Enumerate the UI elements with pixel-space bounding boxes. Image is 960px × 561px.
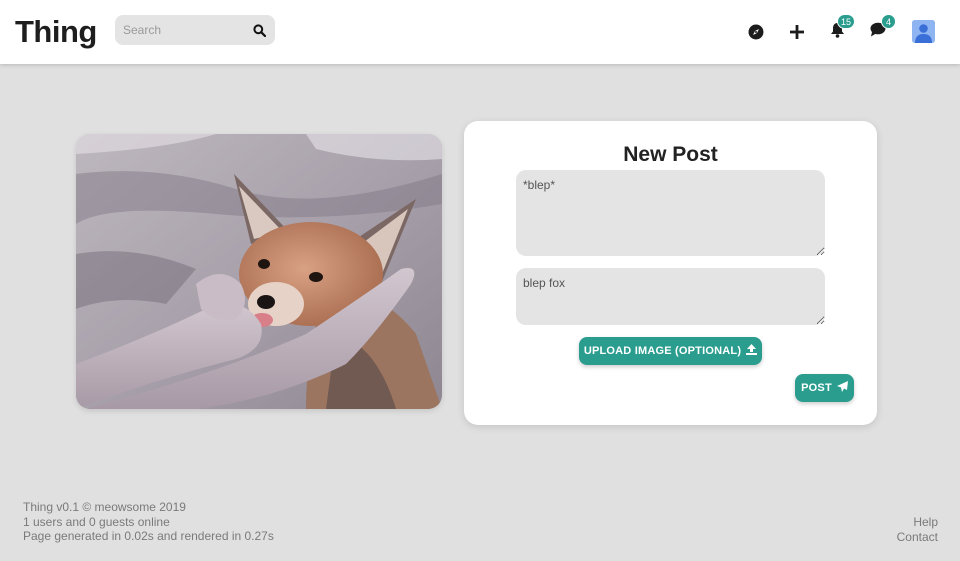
profile-avatar[interactable] bbox=[912, 20, 935, 43]
footer-timing: Page generated in 0.02s and rendered in … bbox=[23, 529, 274, 543]
notifications-button[interactable]: 15 bbox=[825, 14, 855, 44]
notifications-badge: 15 bbox=[836, 14, 855, 29]
contact-link[interactable]: Contact bbox=[897, 530, 938, 545]
compass-icon[interactable] bbox=[744, 20, 768, 44]
paper-plane-icon bbox=[836, 381, 848, 395]
post-submit-button[interactable]: POST bbox=[795, 374, 854, 402]
footer-version: Thing v0.1 © meowsome 2019 bbox=[23, 500, 186, 514]
fox-photo bbox=[76, 134, 442, 409]
messages-button[interactable]: 4 bbox=[866, 14, 896, 44]
post-content-textarea[interactable] bbox=[516, 170, 825, 256]
site-logo[interactable]: Thing bbox=[15, 14, 97, 50]
post-button-label: POST bbox=[801, 382, 832, 394]
footer-links: Help Contact bbox=[897, 515, 938, 544]
post-image-preview bbox=[76, 134, 442, 409]
help-link[interactable]: Help bbox=[897, 515, 938, 530]
search-bar bbox=[115, 15, 275, 45]
footer-online-count: 1 users and 0 guests online bbox=[23, 514, 170, 529]
messages-badge: 4 bbox=[881, 14, 896, 29]
upload-button-label: UPLOAD IMAGE (OPTIONAL) bbox=[583, 345, 742, 357]
new-post-title: New Post bbox=[623, 143, 718, 166]
upload-icon bbox=[746, 344, 758, 358]
search-icon[interactable] bbox=[249, 20, 269, 40]
top-navbar: Thing 15 4 bbox=[0, 0, 960, 64]
search-input[interactable] bbox=[115, 15, 243, 45]
new-post-card: New Post UPLOAD IMAGE (OPTIONAL) POST bbox=[464, 121, 877, 425]
plus-icon[interactable] bbox=[785, 20, 809, 44]
upload-image-button[interactable]: UPLOAD IMAGE (OPTIONAL) bbox=[579, 337, 762, 365]
post-tags-textarea[interactable] bbox=[516, 268, 825, 325]
avatar-icon bbox=[912, 20, 935, 43]
footer-info: Thing v0.1 © meowsome 2019 1 users and 0… bbox=[23, 500, 274, 544]
